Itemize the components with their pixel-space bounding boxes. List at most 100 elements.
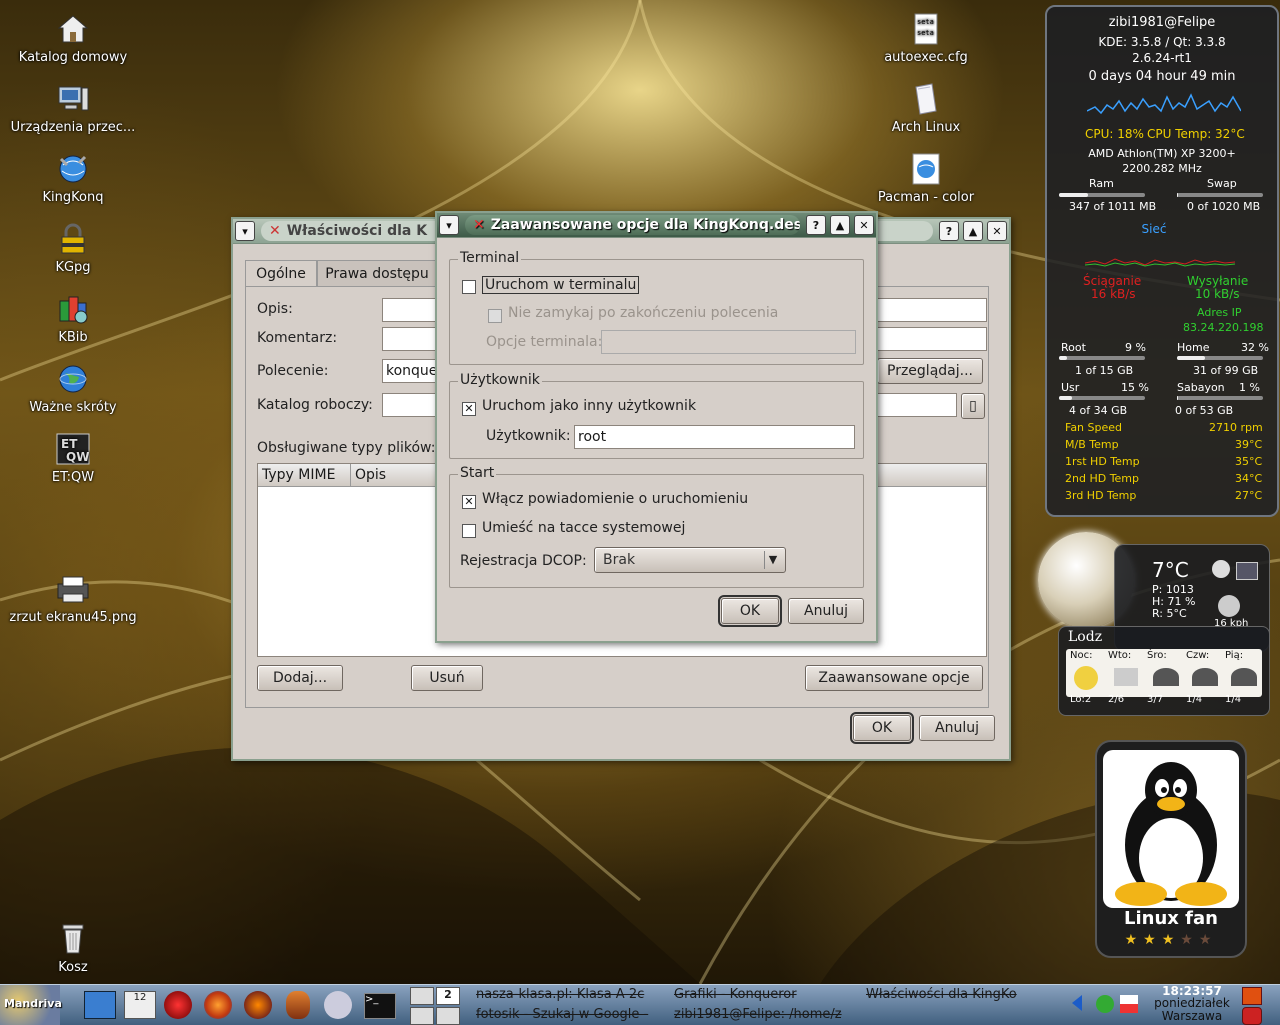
close-x-icon: ✕ [269, 223, 281, 239]
task-grafiki-konqueror[interactable]: Grafiki - Konqueror [674, 987, 844, 1002]
task-fotosik[interactable]: fotosik - Szukaj w Google - [476, 1007, 660, 1022]
cancel-button[interactable]: Anuluj [919, 715, 995, 741]
sensor-name: 2nd HD Temp [1065, 472, 1140, 485]
ip-value: 83.24.220.198 [1183, 321, 1264, 334]
media-player-icon[interactable] [164, 991, 192, 1019]
user-group: Użytkownik ✕ Uruchom jako inny użytkowni… [449, 372, 864, 459]
amarok-icon[interactable] [286, 991, 310, 1019]
disk-name: Root [1061, 341, 1086, 354]
maximize-button[interactable]: ▲ [830, 215, 850, 235]
desktop-icon-screenshot[interactable]: zrzut ekranu45.png [0, 572, 148, 625]
advanced-options-button[interactable]: Zaawansowane opcje [805, 665, 983, 691]
dialog-ok-button[interactable]: OK [718, 595, 782, 627]
dialog-titlebar[interactable]: ▾ ✕Zaawansowane opcje dla KingKonq.deskt… [437, 213, 876, 238]
add-button[interactable]: Dodaj... [257, 665, 343, 691]
desktop-icon[interactable] [84, 991, 116, 1019]
tab-general[interactable]: Ogólne [245, 260, 317, 287]
run-in-terminal-label[interactable]: Uruchom w terminalu [482, 276, 640, 294]
column-desc[interactable]: Opis [350, 464, 386, 486]
globe-icon[interactable] [1212, 560, 1230, 578]
dont-close-checkbox[interactable] [488, 309, 502, 323]
user-host: zibi1981@Felipe [1108, 15, 1216, 30]
download-value: 16 kB/s [1091, 287, 1136, 301]
desktop-icon-etqw[interactable]: ET QW ET:QW [0, 432, 148, 485]
pager-desktop-4[interactable] [436, 1007, 460, 1025]
forecast-lows: 2/6 [1108, 694, 1125, 705]
task-properties[interactable]: Właściwości dla KingKo [866, 987, 1056, 1002]
desktop-icon-home[interactable]: Katalog domowy [0, 12, 148, 65]
firefox-icon[interactable] [204, 991, 232, 1019]
task-nasza-klasa[interactable]: nasza-klasa.pl: Klasa A 2c [476, 987, 660, 1002]
dcop-select[interactable]: Brak ▼ [594, 547, 786, 573]
tray-arrow-icon[interactable] [1072, 995, 1082, 1011]
close-button[interactable]: ✕ [854, 215, 874, 235]
column-mime[interactable]: Typy MIME [262, 467, 335, 483]
folder-browse-button[interactable]: ▯ [961, 393, 985, 419]
dialog-cancel-button[interactable]: Anuluj [788, 598, 864, 624]
desktop-icon-arch[interactable]: Arch Linux [851, 82, 1001, 135]
close-button[interactable]: ✕ [987, 221, 1007, 241]
trash-icon [56, 922, 90, 956]
maximize-button[interactable]: ▲ [963, 221, 983, 241]
sensor-value: 35°C [1235, 455, 1263, 468]
tab-permissions[interactable]: Prawa dostępu [317, 260, 437, 287]
browse-button[interactable]: Przeglądaj... [877, 358, 983, 384]
desktop-icon-kingkonq[interactable]: KingKonq [0, 152, 148, 205]
startup-notify-checkbox[interactable]: ✕ [462, 495, 476, 509]
calendar-icon[interactable]: 12 [124, 991, 156, 1019]
books-icon [56, 292, 90, 326]
desktop-icon-kgpg[interactable]: KGpg [0, 222, 148, 275]
printer-icon [56, 572, 90, 606]
sensor-name: M/B Temp [1065, 438, 1119, 451]
pager-desktop-3[interactable] [410, 1007, 434, 1025]
pager-desktop-2[interactable]: 2 [436, 987, 460, 1005]
fog-icon [1114, 668, 1138, 686]
desktop-icon-shortcuts[interactable]: Ważne skróty [0, 362, 148, 415]
run-in-terminal-checkbox[interactable] [462, 280, 476, 294]
ok-button[interactable]: OK [850, 712, 914, 744]
lock-screen-icon[interactable] [1242, 987, 1262, 1005]
desktop-icon-label: Katalog domowy [18, 50, 128, 65]
remove-button[interactable]: Usuń [411, 665, 483, 691]
cpu-model: AMD Athlon(TM) XP 3200+ [1088, 147, 1236, 160]
ram-label: Ram [1089, 177, 1114, 190]
disk-value: 1 of 15 GB [1075, 364, 1134, 377]
logout-icon[interactable] [1242, 1007, 1262, 1025]
burner-icon[interactable] [244, 991, 272, 1019]
systray-checkbox[interactable] [462, 524, 476, 538]
rain-umbrella-icon [1192, 668, 1218, 686]
desktop-icon-pacman[interactable]: Pacman - color [851, 152, 1001, 205]
desktop-icon-devices[interactable]: Urządzenia przec... [0, 82, 148, 135]
help-button[interactable]: ? [806, 215, 826, 235]
group-title: Terminal [458, 250, 522, 266]
keyboard-layout-icon[interactable] [1120, 995, 1138, 1013]
tab-bar: Ogólne Prawa dostępu [245, 260, 437, 287]
help-button[interactable]: ? [939, 221, 959, 241]
task-terminal[interactable]: zibi1981@Felipe: /home/z [674, 1007, 864, 1022]
window-menu-button[interactable]: ▾ [439, 215, 459, 235]
window-menu-button[interactable]: ▾ [235, 221, 255, 241]
start-menu-button[interactable]: Mandriva [0, 985, 62, 1025]
cpu-usage: CPU: 18% [1085, 127, 1144, 141]
run-as-other-checkbox[interactable]: ✕ [462, 402, 476, 416]
disk-pct: 15 % [1121, 381, 1149, 394]
desktop-icon-label: ET:QW [51, 470, 95, 485]
dialog-title: ✕Zaawansowane opcje dla KingKonq.desktop [465, 215, 800, 235]
username-field[interactable]: root [574, 425, 855, 449]
desktop-icon-autoexec[interactable]: seta seta autoexec.cfg [851, 12, 1001, 65]
desktop-icon-trash[interactable]: Kosz [0, 922, 148, 975]
map-icon[interactable] [1236, 562, 1258, 580]
desktop-icon-label: KingKonq [42, 190, 104, 205]
terminal-icon[interactable]: >_ [364, 993, 396, 1019]
disk-pct: 1 % [1239, 381, 1260, 394]
terminal-options-label: Opcje terminala: [486, 334, 603, 350]
update-ok-icon[interactable] [1096, 995, 1114, 1013]
konqueror-icon[interactable] [324, 991, 352, 1019]
linux-fan-badge: Linux fan ★★★★★ [1095, 740, 1247, 958]
sensor-value: 34°C [1235, 472, 1263, 485]
terminal-options-field[interactable] [601, 330, 856, 354]
sensor-name: Fan Speed [1065, 421, 1123, 434]
disk-name: Sabayon [1177, 381, 1225, 394]
desktop-icon-kbib[interactable]: KBib [0, 292, 148, 345]
pager-desktop-1[interactable] [410, 987, 434, 1005]
